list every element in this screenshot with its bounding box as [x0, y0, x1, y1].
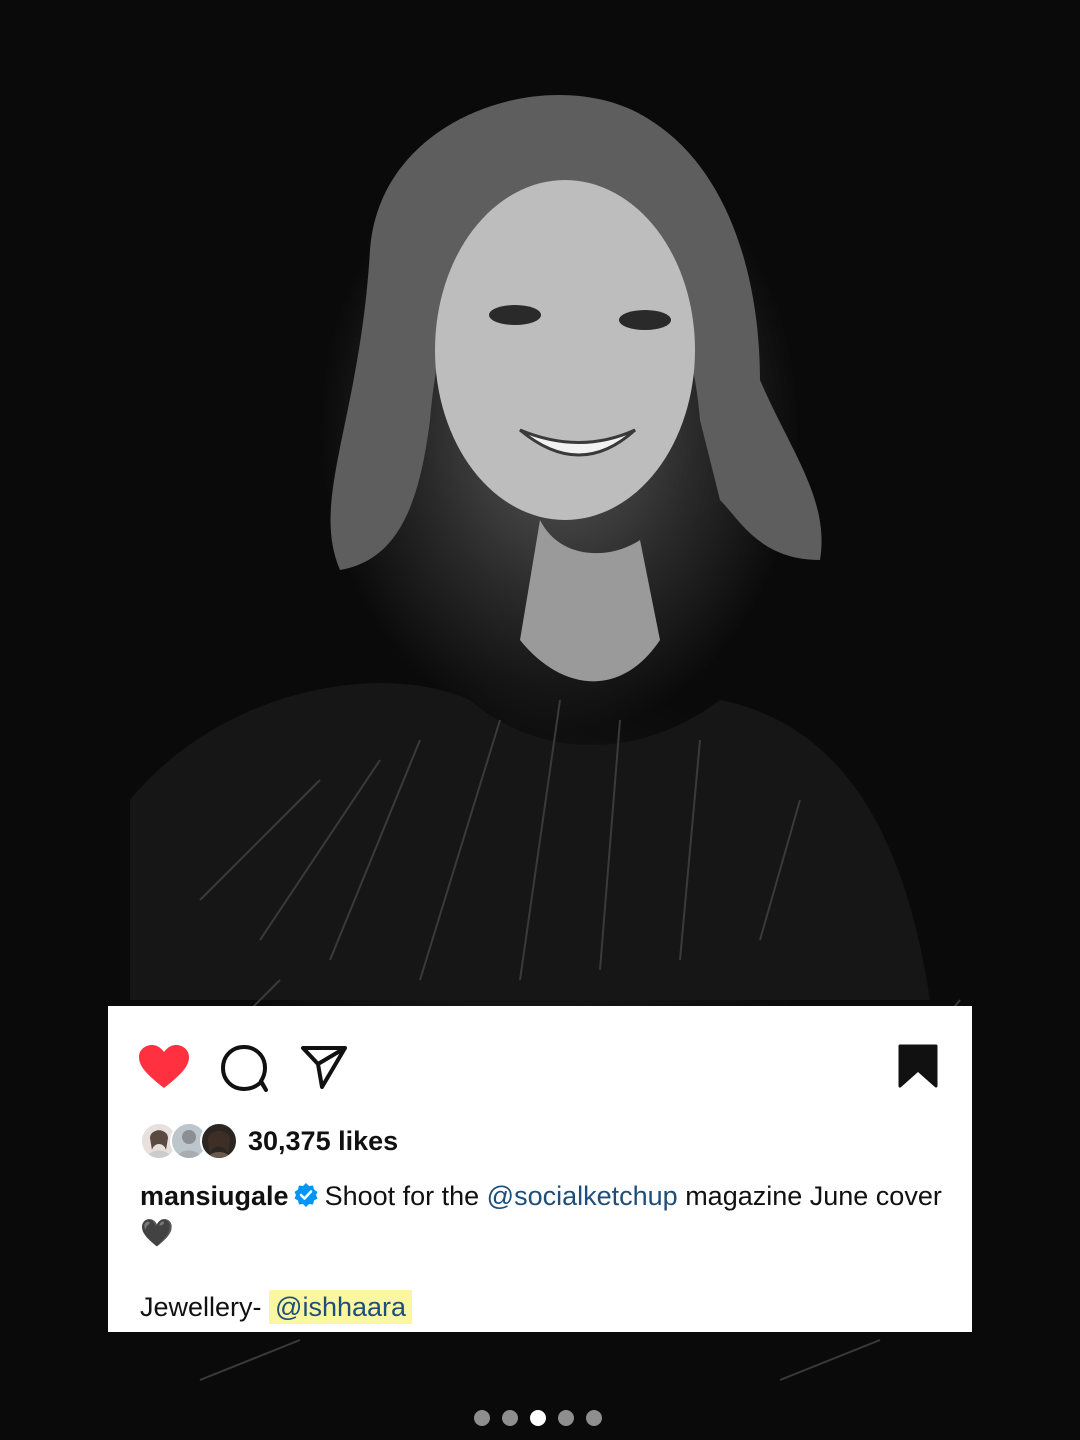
- share-icon[interactable]: [300, 1044, 348, 1090]
- caption-text: Shoot for the: [324, 1181, 487, 1211]
- username[interactable]: mansiugale: [140, 1181, 289, 1211]
- post-caption: mansiugale Shoot for the @socialketchup m…: [140, 1178, 950, 1326]
- carousel-dot[interactable]: [558, 1410, 574, 1426]
- post-info-card: 30,375 likes mansiugale Shoot for the @so…: [108, 1006, 972, 1332]
- heart-icon[interactable]: [138, 1044, 190, 1090]
- comment-icon[interactable]: [220, 1044, 270, 1092]
- carousel-dot[interactable]: [502, 1410, 518, 1426]
- verified-badge-icon: [294, 1183, 318, 1207]
- bookmark-icon[interactable]: [898, 1044, 938, 1088]
- mention-link[interactable]: @socialketchup: [487, 1181, 678, 1211]
- carousel-indicator: [474, 1410, 614, 1428]
- likes-row[interactable]: 30,375 likes: [140, 1120, 940, 1166]
- carousel-dot-active[interactable]: [530, 1410, 546, 1426]
- action-bar: [138, 1042, 946, 1092]
- mention-link-highlighted[interactable]: @ishhaara: [269, 1290, 413, 1324]
- likes-count[interactable]: 30,375 likes: [248, 1126, 398, 1157]
- carousel-dot[interactable]: [586, 1410, 602, 1426]
- caption-line-jewellery: Jewellery-: [140, 1292, 270, 1322]
- avatar: [200, 1122, 238, 1160]
- carousel-dot[interactable]: [474, 1410, 490, 1426]
